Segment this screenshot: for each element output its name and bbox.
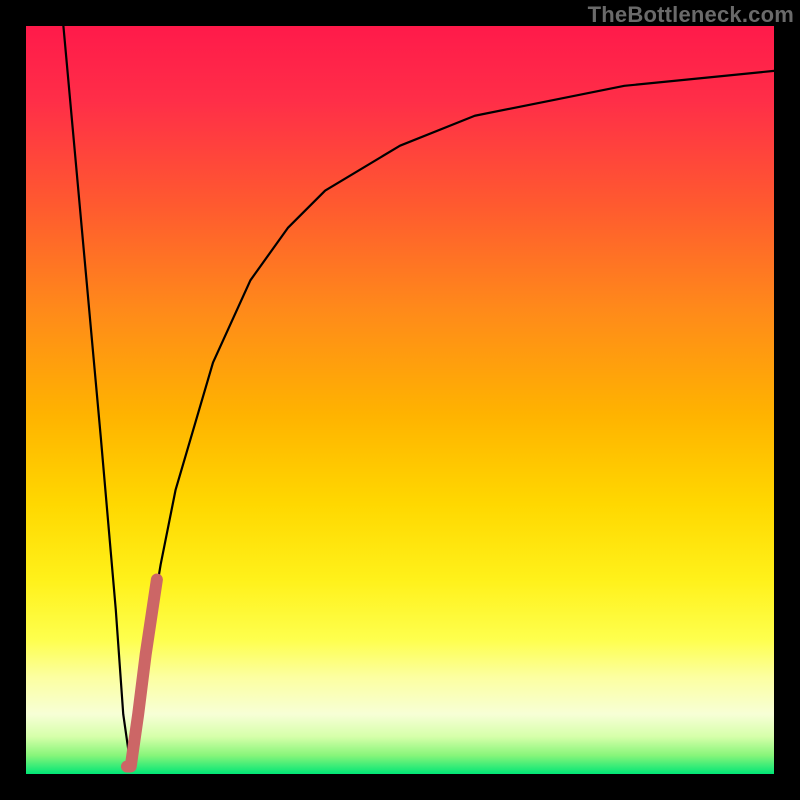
gradient-background xyxy=(26,26,774,774)
chart-svg xyxy=(26,26,774,774)
watermark-text: TheBottleneck.com xyxy=(588,2,794,28)
plot-area xyxy=(26,26,774,774)
chart-frame: TheBottleneck.com xyxy=(0,0,800,800)
